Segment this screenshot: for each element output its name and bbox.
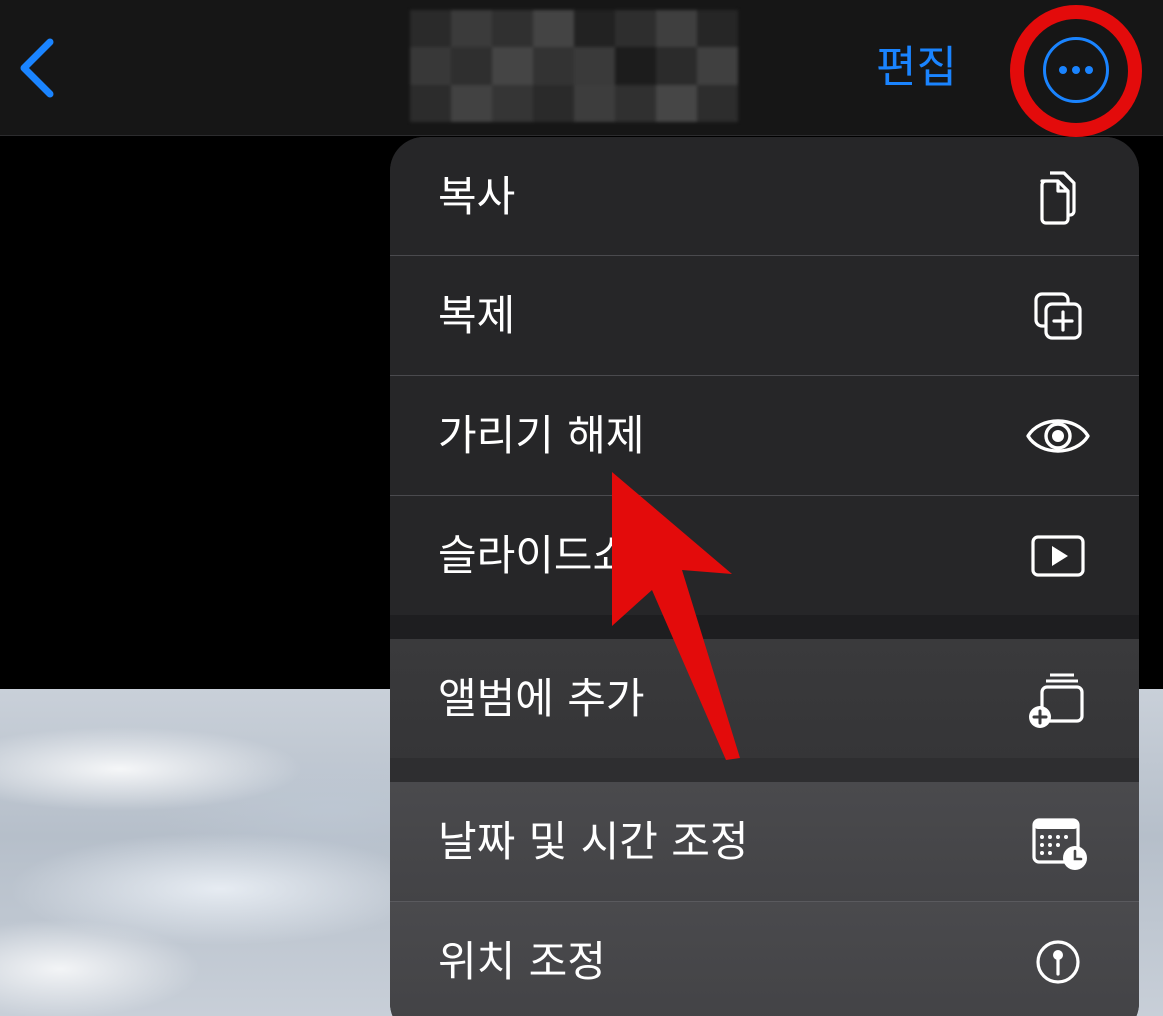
menu-item-duplicate[interactable]: 복제 [390,256,1139,375]
more-options-button[interactable] [1043,37,1109,103]
eye-icon [1026,419,1090,453]
menu-item-add-to-album[interactable]: 앨범에 추가 [390,639,1139,758]
ellipsis-circle-icon [1059,66,1067,74]
navigation-bar: 편집 [0,0,1163,137]
menu-item-unhide[interactable]: 가리기 해제 [390,376,1139,495]
menu-item-label: 가리기 해제 [438,411,645,460]
menu-item-label: 앨범에 추가 [438,674,645,723]
menu-item-label: 날짜 및 시간 조정 [438,817,749,866]
menu-group-separator [390,758,1139,782]
menu-item-adjust-location[interactable]: 위치 조정 [390,902,1139,1016]
play-rectangle-icon [1031,535,1085,577]
duplicate-icon [1034,292,1082,340]
menu-item-label: 복제 [438,291,516,340]
calendar-clock-icon [1032,818,1087,870]
back-button[interactable] [10,32,70,104]
menu-item-adjust-date-time[interactable]: 날짜 및 시간 조정 [390,782,1139,901]
add-to-album-icon [1029,673,1084,728]
menu-group-separator [390,615,1139,639]
menu-item-label: 위치 조정 [438,937,606,986]
photo-detail-screen: 편집 복사 복제 가리기 해제 슬라이드쇼 앨범에 추가 날짜 및 시간 조정 … [0,0,1163,1016]
context-menu: 복사 복제 가리기 해제 슬라이드쇼 앨범에 추가 날짜 및 시간 조정 위치 … [390,137,1139,1016]
blurred-title [410,10,738,122]
edit-button[interactable]: 편집 [876,34,957,102]
menu-item-label: 복사 [438,172,516,221]
copy-icon [1040,171,1076,225]
menu-item-slideshow[interactable]: 슬라이드쇼 [390,496,1139,615]
menu-item-copy[interactable]: 복사 [390,137,1139,256]
chevron-left-icon [20,38,54,98]
location-pin-icon [1036,940,1080,984]
menu-item-label: 슬라이드쇼 [438,531,632,580]
